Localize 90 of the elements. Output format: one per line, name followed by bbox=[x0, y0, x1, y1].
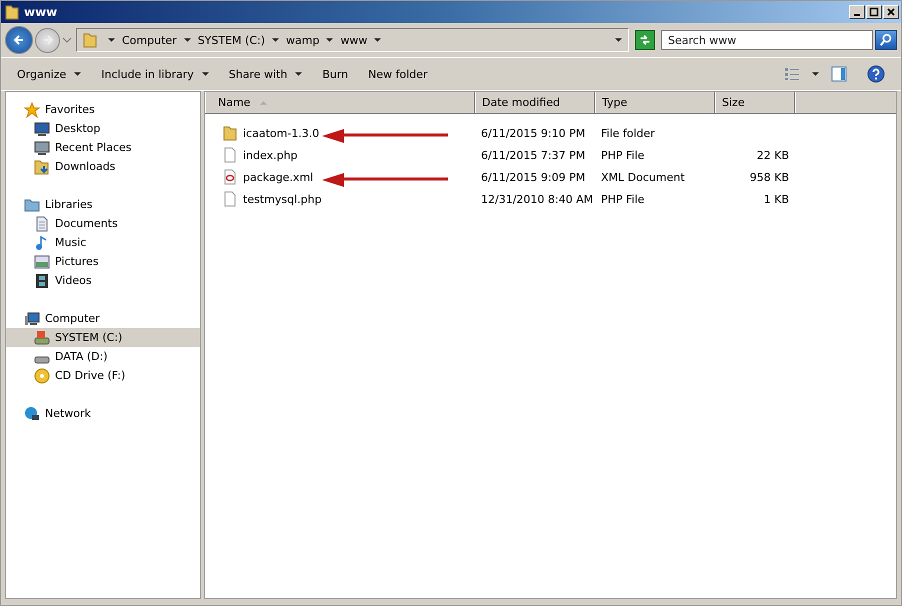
caret-icon[interactable] bbox=[272, 38, 279, 42]
monitor-icon bbox=[34, 140, 50, 156]
toolbar-button[interactable]: Share with bbox=[220, 64, 310, 84]
file-name[interactable]: package.xml bbox=[243, 170, 314, 184]
size-cell: 1 KB bbox=[764, 192, 789, 206]
forward-button[interactable] bbox=[35, 28, 60, 52]
monitor-icon bbox=[34, 120, 50, 136]
sidebar-item[interactable]: Pictures bbox=[6, 252, 200, 271]
breadcrumb[interactable]: wamp bbox=[286, 34, 320, 46]
close-icon bbox=[886, 7, 896, 17]
minimize-icon bbox=[854, 14, 860, 16]
caret-icon[interactable] bbox=[326, 38, 334, 42]
file-name[interactable]: index.php bbox=[243, 148, 298, 162]
refresh-icon bbox=[638, 33, 652, 47]
disc-icon bbox=[34, 368, 50, 384]
column-header[interactable]: Size bbox=[715, 92, 795, 113]
date-cell-text: 6/11/2015 9:09 PM bbox=[480, 170, 586, 184]
globe-icon bbox=[24, 406, 40, 422]
toolbar-button[interactable]: New folder bbox=[360, 64, 436, 84]
caret-icon[interactable] bbox=[108, 38, 115, 42]
toolbar-button[interactable]: Burn bbox=[314, 64, 356, 84]
sidebar-item[interactable]: SYSTEM (C:) bbox=[6, 328, 200, 347]
toolbar-button[interactable]: Organize bbox=[9, 64, 90, 84]
search-button[interactable] bbox=[875, 30, 897, 50]
film-icon bbox=[34, 272, 50, 288]
maximize-icon bbox=[869, 7, 879, 17]
drive-icon bbox=[34, 356, 50, 364]
help-icon[interactable] bbox=[867, 65, 885, 83]
file-name[interactable]: testmysql.php bbox=[243, 192, 322, 206]
sidebar-item[interactable]: Videos bbox=[6, 271, 200, 290]
close-button[interactable] bbox=[883, 5, 899, 19]
maximize-button[interactable] bbox=[866, 5, 882, 19]
history-dropdown-icon[interactable] bbox=[62, 37, 72, 43]
date-cell-text: 12/31/2010 8:40 AM bbox=[480, 192, 594, 206]
caret-icon[interactable] bbox=[184, 38, 191, 42]
sidebar-item[interactable]: Libraries bbox=[6, 195, 200, 214]
dropdown-icon[interactable] bbox=[615, 38, 622, 42]
column-header[interactable]: Date modified bbox=[475, 92, 595, 113]
sidebar-item[interactable]: Documents bbox=[6, 214, 200, 233]
date-cell-text: 6/11/2015 9:10 PM bbox=[480, 126, 586, 140]
file-icon bbox=[223, 169, 237, 185]
sort-arrow-icon bbox=[260, 100, 268, 104]
sidebar-item[interactable]: DATA (D:) bbox=[6, 347, 200, 366]
file-icon bbox=[223, 147, 237, 163]
folder-icon bbox=[5, 4, 19, 20]
sidebar-item[interactable]: Music bbox=[6, 233, 200, 252]
folder-icon bbox=[223, 125, 237, 141]
breadcrumb[interactable]: SYSTEM (C:) bbox=[198, 34, 265, 46]
type-cell-text: XML Document bbox=[600, 170, 686, 184]
type-cell-text: PHP File bbox=[600, 192, 646, 206]
caret-icon bbox=[202, 72, 209, 76]
window-title: www bbox=[24, 5, 58, 19]
toolbar-button[interactable]: Include in library bbox=[93, 64, 217, 84]
picture-icon bbox=[34, 254, 50, 270]
column-header[interactable]: Name bbox=[205, 92, 475, 113]
folder-icon bbox=[83, 32, 97, 48]
sidebar-item[interactable]: CD Drive (F:) bbox=[6, 366, 200, 385]
sidebar-item[interactable]: Computer bbox=[6, 309, 200, 328]
sidebar-item[interactable]: Desktop bbox=[6, 119, 200, 138]
back-button[interactable] bbox=[5, 26, 33, 54]
breadcrumb[interactable]: Computer bbox=[122, 34, 177, 46]
folder-icon bbox=[34, 158, 50, 174]
folder-icon bbox=[24, 196, 40, 212]
caret-icon[interactable] bbox=[374, 38, 382, 42]
file-name[interactable]: icaatom-1.3.0 bbox=[243, 126, 320, 140]
drive-icon bbox=[34, 330, 50, 346]
document-icon bbox=[34, 216, 50, 232]
sidebar-item[interactable]: Recent Places bbox=[6, 138, 200, 157]
address-bar[interactable]: Computer SYSTEM (C:) wamp www bbox=[76, 28, 629, 52]
date-cell-text: 6/11/2015 7:37 PM bbox=[480, 148, 586, 162]
caret-icon[interactable] bbox=[812, 72, 819, 76]
search-field[interactable]: Search www bbox=[661, 30, 873, 50]
breadcrumb[interactable]: www bbox=[340, 34, 368, 46]
star-icon bbox=[24, 102, 40, 118]
caret-icon bbox=[74, 72, 82, 76]
minimize-button[interactable] bbox=[849, 5, 865, 19]
refresh-button[interactable] bbox=[635, 30, 655, 50]
preview-pane-icon[interactable] bbox=[831, 66, 847, 82]
file-icon bbox=[223, 191, 237, 207]
search-icon bbox=[879, 33, 893, 47]
sidebar-item[interactable]: Network bbox=[6, 404, 200, 423]
column-header[interactable]: Type bbox=[595, 92, 715, 113]
size-cell: 958 KB bbox=[750, 170, 789, 184]
sidebar-item[interactable]: Downloads bbox=[6, 157, 200, 176]
type-cell-text: File folder bbox=[600, 126, 656, 140]
caret-icon bbox=[295, 72, 302, 76]
size-cell: 22 KB bbox=[756, 148, 789, 162]
sidebar-item[interactable]: Favorites bbox=[6, 100, 200, 119]
type-cell-text: PHP File bbox=[600, 148, 646, 162]
computer-icon bbox=[24, 310, 40, 326]
